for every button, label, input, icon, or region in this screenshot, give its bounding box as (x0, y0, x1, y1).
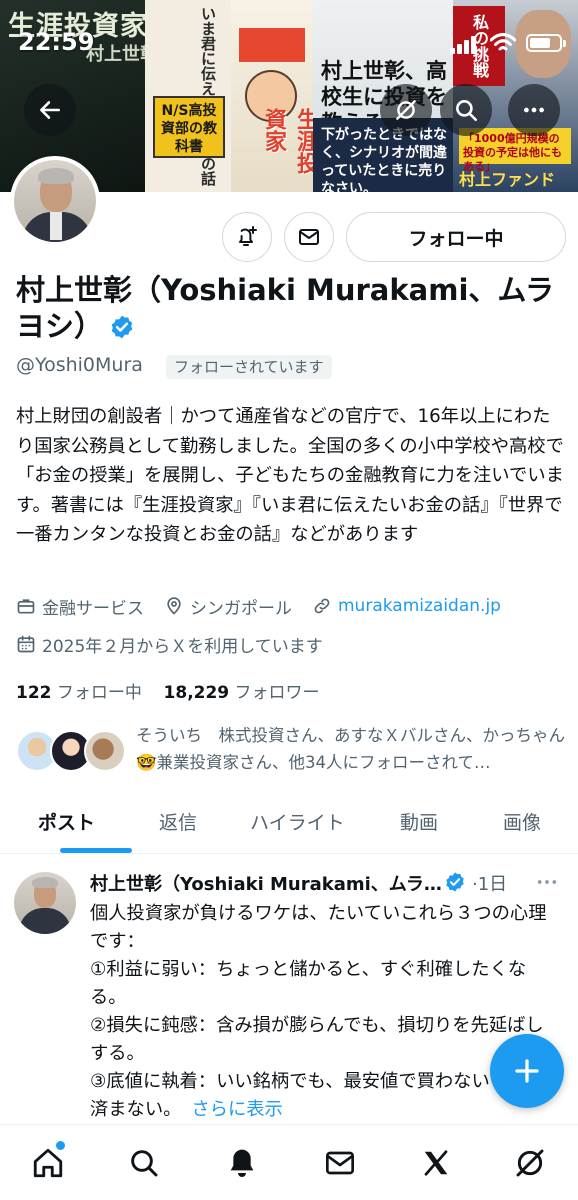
post-author[interactable]: 村上世彰（Yoshiaki Murakami、ムラヨシ） (90, 870, 442, 896)
joined-item: 2025年２月からＸを利用しています (16, 632, 323, 657)
profile-tabs: ポスト 返信 ハイライト 動画 画像 (0, 790, 578, 854)
nav-home[interactable] (28, 1141, 68, 1183)
profile-meta: 金融サービス シンガポール murakamizaidan.jp (16, 594, 521, 619)
profile-name-block: 村上世彰（Yoshiaki Murakami、ムラヨシ） (16, 272, 566, 344)
grok-icon (396, 100, 416, 120)
followed-by-text: そういち 株式投資さん、あすなＸバルさん、かっちゃん🤓兼業投資家さん、他34人に… (136, 726, 565, 772)
profile-category-label: 金融サービス (42, 598, 144, 619)
profile-handle: @Yoshi0Mura (16, 354, 143, 376)
verified-badge-icon[interactable] (109, 314, 135, 340)
search-icon (456, 100, 478, 122)
compose-button[interactable] (490, 1034, 564, 1108)
nav-grok[interactable] (510, 1143, 550, 1183)
post-line: ②損失に鈍感：含み損が膨らんでも、損切りを先延ばしする。 (90, 1015, 544, 1064)
plus-icon (515, 1059, 539, 1083)
tab-videos[interactable]: 動画 (400, 808, 438, 835)
followers-label: フォロワー (234, 683, 320, 703)
status-bar: 22:59 (0, 28, 578, 60)
banner-book4-sub: 下がったときではなく、シナリオが間違っていたときに売りなさい。 (321, 127, 447, 192)
profile-website[interactable]: murakamizaidan.jp (312, 596, 501, 616)
grok-icon (516, 1149, 544, 1177)
following-count: 122 (16, 683, 52, 703)
profile-name: 村上世彰（Yoshiaki Murakami、ムラヨシ） (16, 273, 554, 343)
followers-count: 18,229 (163, 683, 230, 703)
post-line: 個人投資家が負けるワケは、たいていこれら３つの心理です： (90, 903, 547, 952)
post-line-last: ③底値に執着：いい銘柄でも、最安値で買わないと気が済まない。 さらに表示 (90, 1068, 548, 1124)
tab-media[interactable]: 画像 (503, 808, 541, 835)
calendar-icon (17, 635, 35, 653)
briefcase-icon (17, 599, 35, 614)
more-button[interactable] (508, 84, 560, 136)
mail-icon (299, 229, 319, 245)
notify-button[interactable] (222, 212, 272, 262)
cellular-signal-icon (450, 34, 476, 54)
follow-counts: 122 フォロー中 18,229 フォロワー (16, 678, 320, 703)
location-pin-icon (167, 597, 181, 615)
banner-book2-sub: N/S高投資部の教科書 (161, 103, 217, 155)
status-time: 22:59 (18, 28, 95, 56)
show-more-link[interactable]: さらに表示 (191, 1099, 282, 1120)
profile-website-link[interactable]: murakamizaidan.jp (338, 596, 501, 616)
followed-by-section[interactable]: そういち 株式投資さん、あすなＸバルさん、かっちゃん🤓兼業投資家さん、他34人に… (16, 722, 566, 782)
grok-button[interactable] (380, 84, 432, 136)
banner-book4-box: 下がったときではなく、シナリオが間違っていたときに売りなさい。 (313, 118, 453, 192)
x-logo-icon (424, 1150, 448, 1176)
follower-avatar (84, 730, 126, 772)
notification-dot (56, 1141, 65, 1150)
banner-book3-title: 生涯投資家 (261, 108, 313, 174)
bottom-navigation (0, 1124, 578, 1200)
back-button[interactable] (24, 84, 76, 136)
banner-book5-brand: 村上ファンド (459, 170, 556, 189)
more-icon (524, 107, 544, 113)
notifications-icon (230, 1149, 254, 1177)
profile-location-label: シンガポール (190, 598, 292, 619)
search-button[interactable] (440, 84, 492, 136)
following-button[interactable]: フォロー中 (346, 212, 566, 262)
profile-joined: 2025年２月からＸを利用しています (16, 632, 343, 657)
nav-notifications[interactable] (222, 1143, 262, 1183)
wifi-icon (490, 33, 516, 51)
home-icon (33, 1148, 63, 1178)
profile-bio: 村上財団の創設者｜かつて通産省などの官庁で、16年以上にわたり国家公務員として勤… (16, 406, 564, 545)
post-avatar[interactable] (14, 872, 76, 934)
post-more-icon[interactable] (536, 874, 558, 890)
messages-icon (326, 1151, 354, 1175)
nav-messages[interactable] (320, 1143, 360, 1183)
post-line: ③底値に執着：いい銘柄でも、最安値で買わないと気が済まない。 (90, 1071, 545, 1120)
banner-book2-box: N/S高投資部の教科書 (153, 96, 225, 158)
nav-x-premium[interactable] (416, 1143, 456, 1183)
profile-category: 金融サービス (16, 594, 144, 619)
post-body[interactable]: 個人投資家が負けるワケは、たいていこれら３つの心理です： ①利益に弱い：ちょっと… (90, 900, 548, 1124)
search-icon (131, 1150, 158, 1177)
tab-posts[interactable]: ポスト (38, 808, 95, 835)
post-header: 村上世彰（Yoshiaki Murakami、ムラヨシ） ·1日 (90, 870, 570, 896)
followers-count-link[interactable]: 18,229 フォロワー (164, 683, 320, 703)
active-tab-indicator (60, 848, 132, 853)
tab-highlights[interactable]: ハイライト (250, 808, 345, 835)
tab-replies[interactable]: 返信 (159, 808, 197, 835)
profile-location: シンガポール (164, 594, 292, 619)
post-time[interactable]: ·1日 (472, 870, 507, 896)
battery-icon (526, 34, 566, 52)
nav-search[interactable] (124, 1143, 164, 1183)
profile-avatar[interactable] (10, 156, 100, 246)
follows-you-badge: フォローされています (166, 355, 332, 379)
back-arrow-icon (40, 101, 60, 119)
verified-badge-icon (446, 872, 464, 892)
following-label: フォロー中 (56, 683, 142, 703)
link-icon (314, 598, 330, 614)
message-button[interactable] (284, 212, 334, 262)
post-line: ①利益に弱い：ちょっと儲かると、すぐ利確したくなる。 (90, 959, 527, 1008)
bell-plus-icon (239, 226, 257, 246)
joined-label: 2025年２月からＸを利用しています (42, 636, 323, 657)
following-count-link[interactable]: 122 フォロー中 (16, 683, 142, 703)
